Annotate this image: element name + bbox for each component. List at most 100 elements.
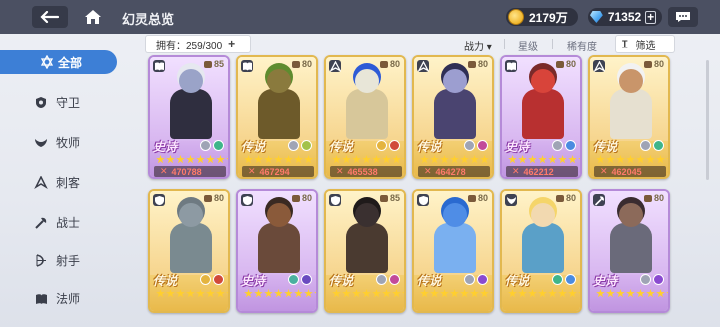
star-icon <box>226 155 228 164</box>
back-button[interactable] <box>32 6 68 28</box>
star-icon <box>216 155 225 164</box>
star-icon <box>166 155 175 164</box>
sidebar-item-mage[interactable]: 法师 <box>34 290 80 307</box>
skill-icon <box>464 140 475 151</box>
hero-card[interactable]: 80 传说 ✕ 462045 <box>588 55 670 179</box>
dagger-icon <box>417 60 429 72</box>
star-icon <box>332 155 341 164</box>
star-icon <box>314 155 316 164</box>
star-icon <box>362 289 371 298</box>
hero-card[interactable]: 80 传说 ✕ 464278 <box>412 55 494 179</box>
level-icon <box>291 60 300 68</box>
skill-icon <box>552 274 563 285</box>
rarity-label: 传说 <box>329 274 354 288</box>
sidebar-item-all[interactable]: 全部 <box>0 50 117 74</box>
sidebar-item-guardian[interactable]: 守卫 <box>34 94 80 111</box>
skill-icon <box>640 274 651 285</box>
star-icon <box>392 289 401 298</box>
skill-icon <box>565 140 576 151</box>
combat-power: ✕ 462212 <box>506 166 578 177</box>
skill-icon <box>301 274 312 285</box>
hero-card[interactable]: 80 史诗 <box>588 189 670 313</box>
hero-card[interactable]: 80 史诗 <box>236 189 318 313</box>
hero-level: 80 <box>555 59 576 69</box>
star-icon <box>490 289 492 298</box>
star-rating <box>332 155 404 164</box>
add-gems-button[interactable]: + <box>645 10 656 24</box>
book-icon <box>153 60 165 72</box>
star-icon <box>304 289 313 298</box>
star-icon <box>538 155 547 164</box>
star-icon <box>656 289 665 298</box>
hero-card[interactable]: 80 传说 <box>500 189 582 313</box>
top-bar: 幻灵总览 2179万 71352 + <box>0 0 720 34</box>
axe-icon <box>34 216 48 230</box>
hero-figure <box>428 201 482 273</box>
power-value: 462045 <box>611 166 642 177</box>
hero-card[interactable]: 80 传说 ✕ 467294 <box>236 55 318 179</box>
star-icon <box>186 289 195 298</box>
level-text: 80 <box>653 59 664 69</box>
star-icon <box>166 289 175 298</box>
star-icon <box>568 155 577 164</box>
gold-counter: 2179万 <box>506 8 578 26</box>
skill-icons <box>374 140 400 151</box>
level-text: 80 <box>213 193 224 203</box>
star-icon <box>430 155 439 164</box>
star-icon <box>626 289 635 298</box>
hero-card[interactable]: 80 传说 <box>412 189 494 313</box>
skill-icon <box>464 274 475 285</box>
scrollbar[interactable] <box>706 60 709 180</box>
star-rating <box>244 289 316 298</box>
star-icon <box>568 289 577 298</box>
hero-card[interactable]: 80 传说 ✕ 465538 <box>324 55 406 179</box>
sort-star[interactable]: 星级 <box>518 38 538 53</box>
star-icon <box>656 155 665 164</box>
star-icon <box>596 155 605 164</box>
hero-card[interactable]: 85 传说 <box>324 189 406 313</box>
skill-icon <box>288 140 299 151</box>
star-rating <box>420 289 492 298</box>
star-rating <box>508 155 580 164</box>
star-icon <box>548 289 557 298</box>
sidebar-item-priest[interactable]: 牧师 <box>34 134 80 151</box>
sidebar-item-warrior[interactable]: 战士 <box>34 214 80 231</box>
sort-rarity[interactable]: 稀有度 <box>567 38 597 53</box>
filter-button[interactable]: T̲ 筛选 <box>616 36 674 52</box>
sidebar-item-label: 全部 <box>58 55 83 70</box>
home-button[interactable] <box>80 6 106 28</box>
sidebar-item-assassin[interactable]: 刺客 <box>34 174 80 191</box>
skill-icon <box>200 274 211 285</box>
star-icon <box>294 289 303 298</box>
skill-icon <box>653 140 664 151</box>
hero-level: 80 <box>555 193 576 203</box>
skill-icon <box>288 274 299 285</box>
book-icon <box>34 292 48 306</box>
star-icon <box>402 289 404 298</box>
hero-figure <box>516 201 570 273</box>
hero-figure <box>604 201 658 273</box>
chat-button[interactable] <box>668 7 698 27</box>
star-icon <box>490 155 492 164</box>
hero-figure <box>252 67 306 139</box>
sort-power[interactable]: 战力 ▾ <box>464 38 492 53</box>
crossed-swords-icon: ✕ <box>336 166 344 176</box>
skill-icons <box>286 140 312 151</box>
star-icon <box>518 155 527 164</box>
level-text: 80 <box>653 193 664 203</box>
star-icon <box>206 289 215 298</box>
hero-card[interactable]: 80 传说 <box>148 189 230 313</box>
sidebar-item-archer[interactable]: 射手 <box>34 252 80 269</box>
star-icon <box>274 155 283 164</box>
star-icon <box>450 155 459 164</box>
expand-capacity-button[interactable]: + <box>228 37 235 51</box>
hero-card[interactable]: 85 史诗 ✕ 470788 <box>148 55 230 179</box>
sidebar-item-label: 守卫 <box>56 96 81 110</box>
hero-card[interactable]: 80 史诗 ✕ 462212 <box>500 55 582 179</box>
star-icon <box>666 155 668 164</box>
star-icon <box>518 289 527 298</box>
star-icon <box>244 155 253 164</box>
skill-icon <box>477 140 488 151</box>
skill-icon <box>376 140 387 151</box>
sidebar-item-label: 战士 <box>56 216 81 230</box>
